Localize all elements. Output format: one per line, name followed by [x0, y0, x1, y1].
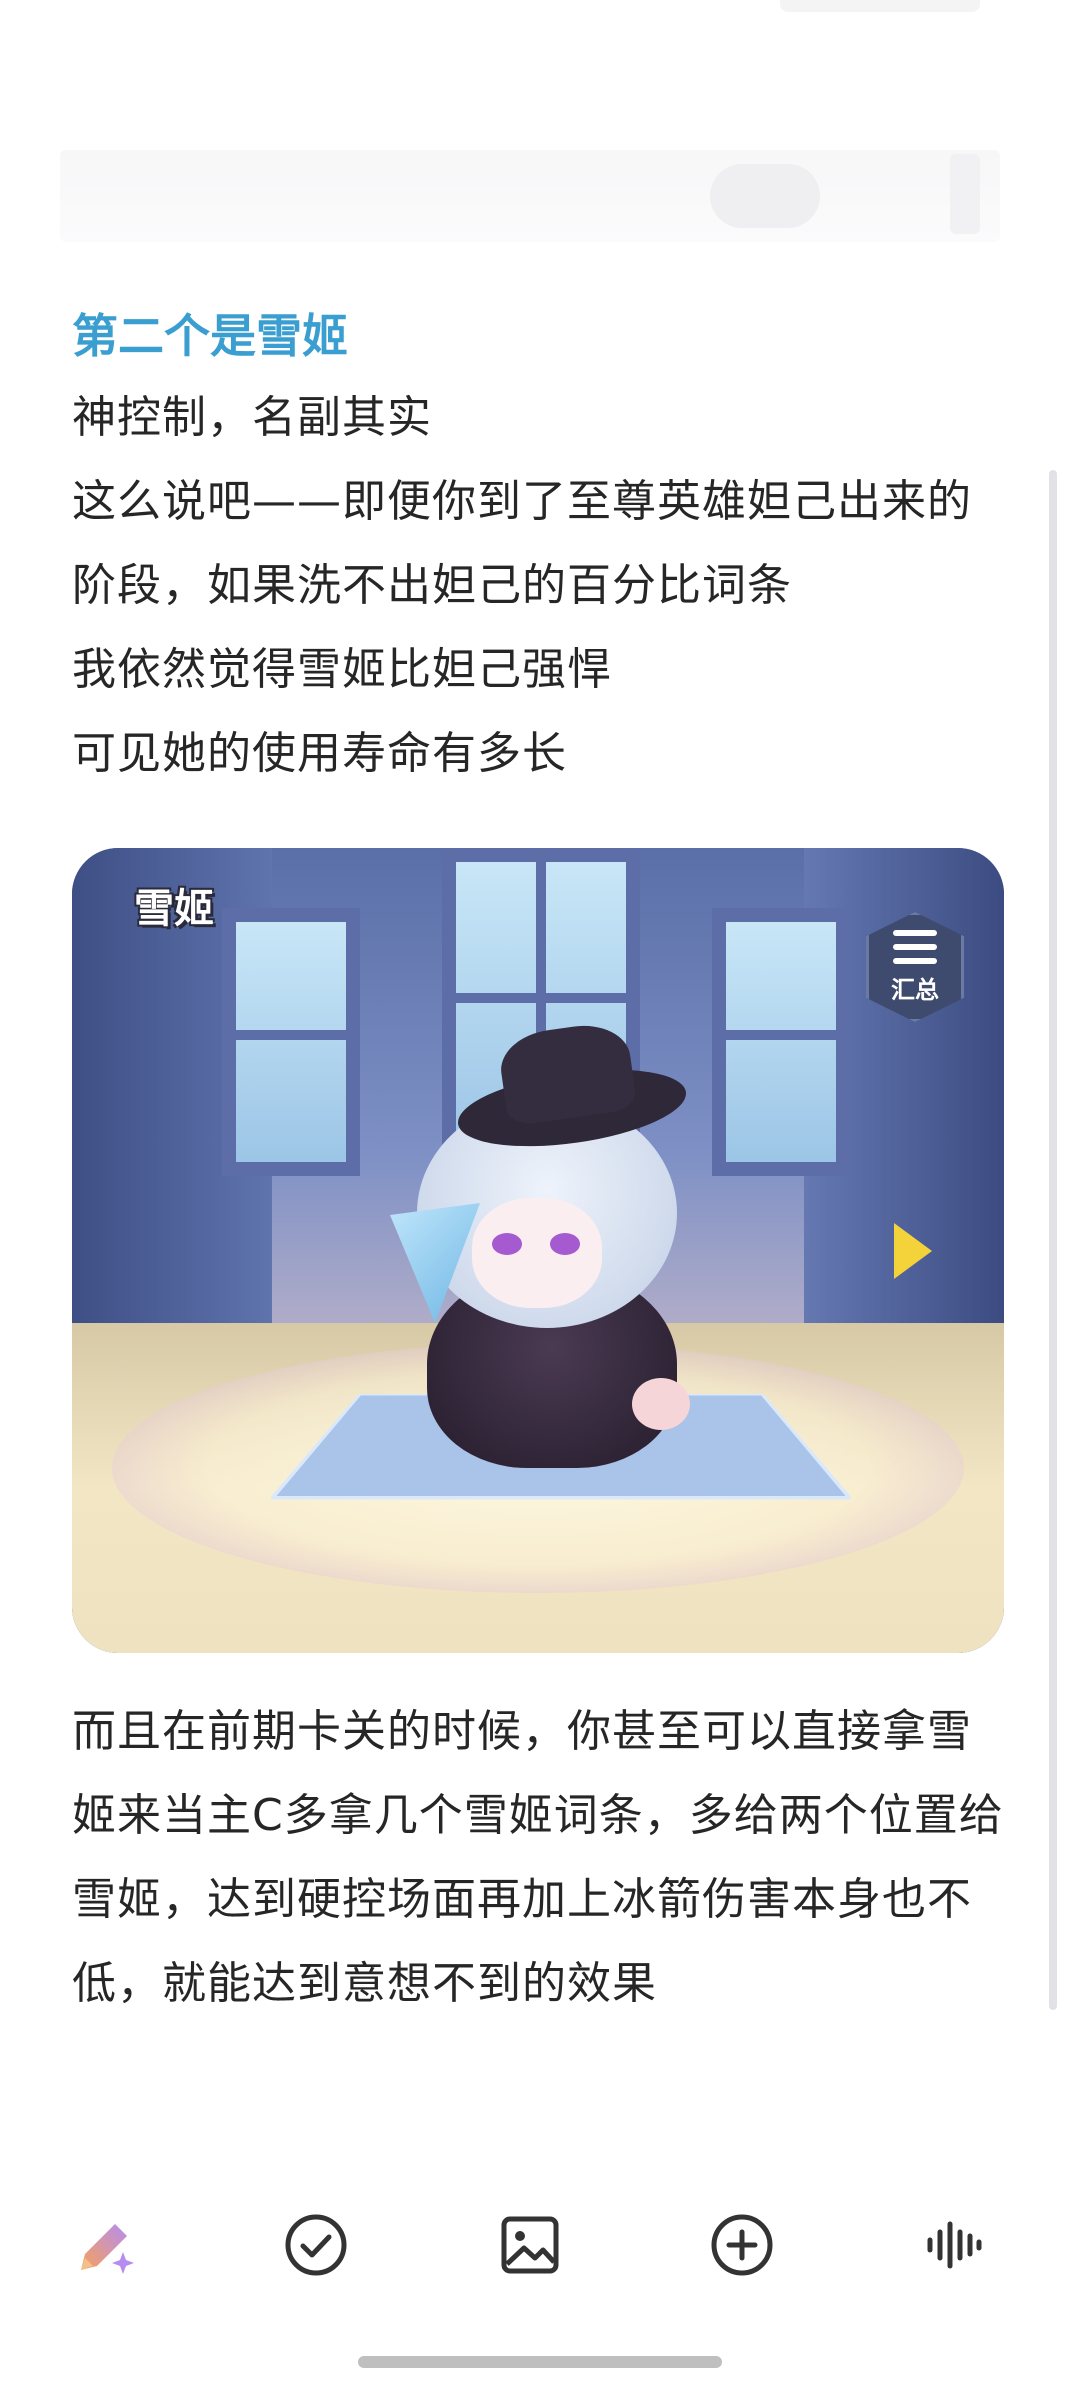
article-body: 第二个是雪姬 神控制，名副其实 这么说吧——即便你到了至尊英雄妲己出来的阶段，如…	[72, 296, 1012, 796]
paragraph: 可见她的使用寿命有多长	[72, 728, 567, 779]
paragraph: 我依然觉得雪姬比妲己强悍	[72, 644, 612, 695]
character-face	[472, 1198, 602, 1308]
check-circle-icon	[285, 2214, 347, 2276]
ai-pen-button[interactable]	[66, 2205, 146, 2285]
ai-pen-icon	[81, 2224, 134, 2274]
paragraph: 这么说吧——即便你到了至尊英雄妲己出来的阶段，如果洗不出妲己的百分比词条	[72, 476, 972, 611]
voice-wave-icon	[927, 2221, 982, 2269]
check-button[interactable]	[276, 2205, 356, 2285]
image-icon	[501, 2216, 559, 2274]
game-screenshot-image[interactable]: 雪姬 汇总	[72, 848, 1004, 1653]
paragraph: 而且在前期卡关的时候，你甚至可以直接拿雪姬来当主C多拿几个雪姬词条，多给两个位置…	[72, 1706, 1004, 2009]
character-eye	[550, 1233, 580, 1255]
bottom-toolbar	[0, 2190, 1080, 2300]
window-left	[222, 908, 360, 1176]
window-right	[712, 908, 850, 1176]
voice-button[interactable]	[914, 2205, 994, 2285]
character-name-label: 雪姬	[134, 886, 214, 932]
paragraph: 神控制，名副其实	[72, 392, 432, 443]
article-body-continued: 而且在前期卡关的时候，你甚至可以直接拿雪姬来当主C多拿几个雪姬词条，多给两个位置…	[72, 1690, 1012, 2026]
play-arrow-icon	[894, 1223, 932, 1279]
character-eye	[492, 1233, 522, 1255]
insert-image-button[interactable]	[490, 2205, 570, 2285]
scrollbar[interactable]	[1049, 470, 1057, 2010]
blurred-previous-image	[60, 150, 1000, 242]
menu-lines-icon	[893, 929, 937, 964]
home-indicator[interactable]	[358, 2356, 722, 2368]
summary-label: 汇总	[891, 975, 939, 1004]
character-hand	[632, 1378, 690, 1430]
add-button[interactable]	[702, 2205, 782, 2285]
section-heading: 第二个是雪姬	[72, 309, 348, 363]
add-circle-icon	[711, 2214, 773, 2276]
top-remnant	[780, 0, 980, 12]
